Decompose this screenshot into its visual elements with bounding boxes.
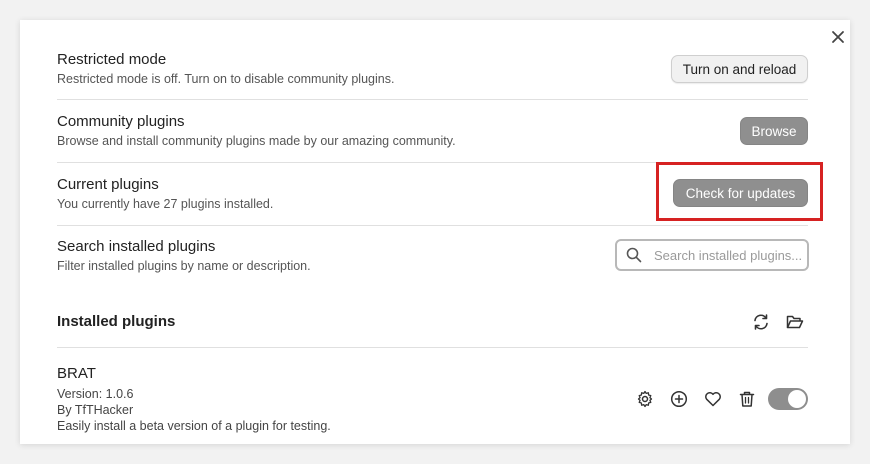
community-plugins-setting: Community plugins Browse and install com… bbox=[57, 113, 617, 148]
search-input[interactable] bbox=[652, 246, 806, 264]
restricted-mode-title: Restricted mode bbox=[57, 51, 167, 68]
turn-on-and-reload-button[interactable]: Turn on and reload bbox=[671, 55, 808, 83]
restricted-mode-setting: Restricted mode Restricted mode is off. … bbox=[57, 51, 617, 86]
installed-plugins-heading: Installed plugins bbox=[57, 313, 176, 330]
plugin-uninstall-button[interactable] bbox=[736, 388, 758, 410]
search-installed-plugins-field[interactable] bbox=[615, 239, 809, 271]
plus-circle-icon bbox=[670, 390, 688, 408]
open-plugins-folder-button[interactable] bbox=[784, 311, 806, 333]
divider bbox=[57, 99, 808, 100]
heart-icon bbox=[705, 392, 721, 407]
toggle-knob bbox=[788, 390, 806, 408]
restricted-mode-description: Restricted mode is off. Turn on to disab… bbox=[57, 72, 395, 86]
plugin-name: BRAT bbox=[57, 365, 96, 382]
trash-icon bbox=[739, 391, 755, 407]
search-icon bbox=[626, 247, 642, 263]
gear-icon bbox=[637, 390, 653, 408]
current-plugins-title: Current plugins bbox=[57, 176, 159, 193]
divider bbox=[57, 347, 808, 348]
current-plugins-setting: Current plugins You currently have 27 pl… bbox=[57, 176, 617, 211]
plugin-enable-toggle[interactable] bbox=[768, 388, 808, 410]
search-plugins-setting: Search installed plugins Filter installe… bbox=[57, 238, 597, 273]
divider bbox=[57, 225, 808, 226]
plugin-item-brat: BRAT Version: 1.0.6 By TfTHacker Easily … bbox=[57, 365, 331, 434]
community-plugins-title: Community plugins bbox=[57, 113, 185, 130]
check-for-updates-button[interactable]: Check for updates bbox=[673, 179, 808, 207]
search-plugins-description: Filter installed plugins by name or desc… bbox=[57, 259, 311, 273]
reload-icon bbox=[754, 314, 768, 330]
reload-plugins-button[interactable] bbox=[750, 311, 772, 333]
search-plugins-title: Search installed plugins bbox=[57, 238, 216, 255]
community-plugins-description: Browse and install community plugins mad… bbox=[57, 134, 456, 148]
close-icon bbox=[832, 31, 844, 43]
folder-open-icon bbox=[786, 315, 804, 329]
plugin-description: Easily install a beta version of a plugi… bbox=[57, 419, 331, 433]
browse-button[interactable]: Browse bbox=[740, 117, 808, 145]
plugin-settings-button[interactable] bbox=[634, 388, 656, 410]
close-button[interactable] bbox=[826, 25, 850, 49]
current-plugins-description: You currently have 27 plugins installed. bbox=[57, 197, 274, 211]
plugin-favorite-button[interactable] bbox=[702, 388, 724, 410]
plugin-hotkeys-button[interactable] bbox=[668, 388, 690, 410]
plugin-author: By TfTHacker bbox=[57, 403, 134, 417]
plugin-version: Version: 1.0.6 bbox=[57, 387, 134, 401]
